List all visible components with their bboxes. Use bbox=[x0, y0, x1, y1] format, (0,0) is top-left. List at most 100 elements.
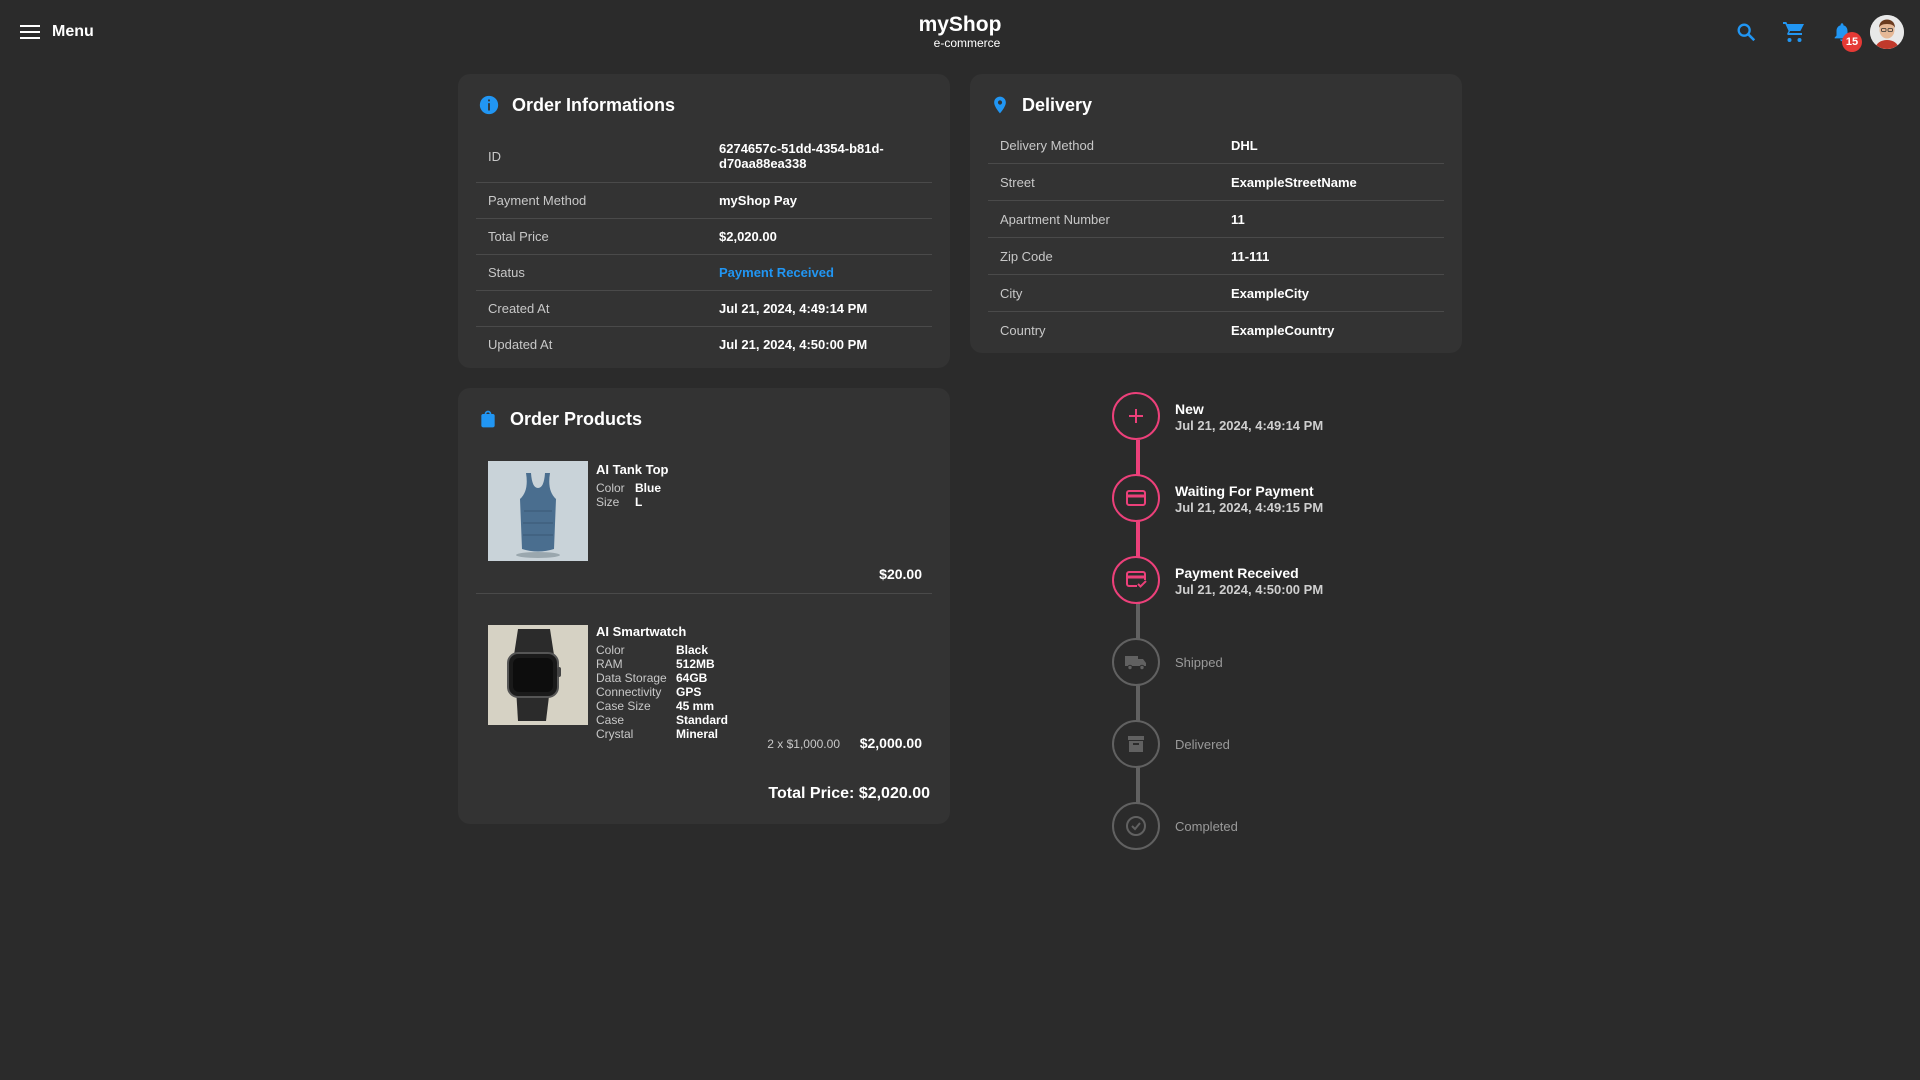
brand-logo[interactable]: myShop e-commerce bbox=[880, 13, 1040, 50]
timeline-step-completed: Completed bbox=[1112, 802, 1512, 854]
attribute-row: Connectivity GPS bbox=[596, 685, 728, 699]
attribute-row: Size L bbox=[596, 495, 661, 509]
table-row: Total Price $2,020.00 bbox=[476, 219, 932, 255]
timeline-step-circle bbox=[1112, 556, 1160, 604]
timeline-step-payment-received: Payment Received Jul 21, 2024, 4:50:00 P… bbox=[1112, 556, 1512, 608]
attribute-row: Data Storage 64GB bbox=[596, 671, 728, 685]
timeline-step-text: New Jul 21, 2024, 4:49:14 PM bbox=[1175, 401, 1323, 433]
product-attributes: Color Black RAM 512MB Data Storage 64GB Con… bbox=[596, 643, 728, 741]
status-label: Status bbox=[488, 265, 525, 280]
attribute-value: 64GB bbox=[676, 671, 708, 685]
timeline-step-delivered: Delivered bbox=[1112, 720, 1512, 772]
timeline-step-circle bbox=[1112, 392, 1160, 440]
attribute-value: L bbox=[635, 495, 643, 509]
search-button[interactable] bbox=[1730, 16, 1762, 48]
attribute-row: Color Blue bbox=[596, 481, 661, 495]
order-info-card: Order Informations ID 6274657c-51dd-4354-… bbox=[458, 74, 950, 368]
attribute-key: Color bbox=[596, 643, 625, 657]
timeline-step-waiting-for-payment: Waiting For Payment Jul 21, 2024, 4:49:1… bbox=[1112, 474, 1512, 526]
order-products-card: Order Products AI Tank Top Color Blue Siz… bbox=[458, 388, 950, 824]
attribute-row: Case Size 45 mm bbox=[596, 699, 728, 713]
cart-button[interactable] bbox=[1778, 16, 1810, 48]
attribute-key: RAM bbox=[596, 657, 623, 671]
total-price-label: Total Price bbox=[488, 229, 549, 244]
table-row: Delivery Method DHL bbox=[988, 127, 1444, 164]
product-quantity: 2 x $1,000.00 bbox=[767, 737, 840, 751]
table-row: Country ExampleCountry bbox=[988, 312, 1444, 348]
smartwatch-image bbox=[488, 625, 588, 725]
total-price-value: $2,020.00 bbox=[719, 229, 777, 244]
timeline-step-title: Waiting For Payment bbox=[1175, 483, 1314, 499]
delivery-method-label: Delivery Method bbox=[1000, 137, 1094, 153]
timeline-step-title: New bbox=[1175, 401, 1204, 417]
street-value: ExampleStreetName bbox=[1231, 174, 1357, 190]
menu-button[interactable]: Menu bbox=[20, 20, 94, 44]
payment-method-value: myShop Pay bbox=[719, 193, 798, 208]
product-price: $20.00 bbox=[879, 566, 922, 582]
attribute-value: GPS bbox=[676, 685, 702, 699]
product-item[interactable]: AI Tank Top Color Blue Size L $20.00 bbox=[476, 461, 932, 594]
timeline-step-circle bbox=[1112, 474, 1160, 522]
timeline-step-title: Payment Received bbox=[1175, 565, 1299, 581]
table-row: Street ExampleStreetName bbox=[988, 164, 1444, 201]
timeline-step-date: Jul 21, 2024, 4:49:14 PM bbox=[1175, 418, 1324, 433]
hamburger-icon bbox=[20, 25, 40, 39]
attribute-key: Size bbox=[596, 495, 620, 509]
product-thumbnail bbox=[488, 625, 588, 725]
timeline-step-text: Payment Received Jul 21, 2024, 4:50:00 P… bbox=[1175, 565, 1323, 597]
timeline-step-title: Completed bbox=[1175, 819, 1238, 834]
user-avatar-icon bbox=[1870, 15, 1904, 49]
payment-method-label: Payment Method bbox=[488, 193, 587, 208]
street-label: Street bbox=[1000, 174, 1035, 190]
product-price: $2,000.00 bbox=[859, 735, 922, 751]
attribute-key: Data Storage bbox=[596, 671, 667, 685]
timeline-step-shipped: Shipped bbox=[1112, 638, 1512, 690]
plus-icon bbox=[1129, 409, 1143, 423]
status-link[interactable]: Payment Received bbox=[719, 265, 932, 280]
top-bar: Menu myShop e-commerce 15 bbox=[0, 0, 1920, 64]
created-at-value: Jul 21, 2024, 4:49:14 PM bbox=[719, 301, 868, 316]
timeline-step-circle bbox=[1112, 638, 1160, 686]
card-check-icon bbox=[1126, 571, 1147, 588]
table-row: Created At Jul 21, 2024, 4:49:14 PM bbox=[476, 291, 932, 327]
truck-icon bbox=[1125, 656, 1146, 671]
attribute-value: Standard bbox=[676, 713, 729, 727]
attribute-row: Case Standard bbox=[596, 713, 728, 727]
table-row: Zip Code 11-111 bbox=[988, 238, 1444, 275]
updated-at-label: Updated At bbox=[488, 337, 553, 352]
table-row: Apartment Number 11 bbox=[988, 201, 1444, 238]
apartment-number-label: Apartment Number bbox=[1000, 211, 1110, 227]
notification-badge: 15 bbox=[1842, 32, 1862, 52]
product-item[interactable]: AI Smartwatch Color Black RAM 512MB Data S… bbox=[476, 624, 932, 765]
attribute-value: Mineral bbox=[676, 727, 719, 741]
table-row: City ExampleCity bbox=[988, 275, 1444, 312]
product-thumbnail bbox=[488, 461, 588, 561]
timeline-step-date: Jul 21, 2024, 4:50:00 PM bbox=[1175, 582, 1324, 597]
timeline-step-circle bbox=[1112, 802, 1160, 850]
order-products-header: Order Products bbox=[478, 408, 642, 430]
notifications-button[interactable]: 15 bbox=[1826, 16, 1862, 52]
order-products-title: Order Products bbox=[510, 408, 643, 429]
credit-card-icon bbox=[1126, 490, 1146, 506]
attribute-row: RAM 512MB bbox=[596, 657, 728, 671]
apartment-number-value: 11 bbox=[1231, 211, 1245, 227]
brand-name: myShop bbox=[918, 13, 1002, 36]
attribute-value: Black bbox=[676, 643, 709, 657]
attribute-key: Case Size bbox=[596, 699, 651, 713]
delivery-header: Delivery bbox=[990, 94, 1092, 116]
zip-code-label: Zip Code bbox=[1000, 248, 1053, 264]
menu-label: Menu bbox=[52, 23, 94, 40]
shopping-bag-icon bbox=[481, 410, 495, 428]
avatar[interactable] bbox=[1870, 15, 1904, 49]
timeline-step-date: Jul 21, 2024, 4:49:15 PM bbox=[1175, 500, 1324, 515]
check-circle-icon bbox=[1126, 816, 1146, 836]
order-total: Total Price: $2,020.00 bbox=[768, 785, 930, 802]
order-info-table: ID 6274657c-51dd-4354-b81d-d70aa88ea338 P… bbox=[476, 130, 932, 362]
attribute-row: Color Black bbox=[596, 643, 728, 657]
product-name: AI Tank Top bbox=[596, 462, 669, 477]
order-status-timeline: New Jul 21, 2024, 4:49:14 PM Waiting For… bbox=[1112, 392, 1512, 862]
table-row: Updated At Jul 21, 2024, 4:50:00 PM bbox=[476, 327, 932, 362]
timeline-step-text: Completed bbox=[1175, 819, 1238, 834]
timeline-step-circle bbox=[1112, 720, 1160, 768]
timeline-step-text: Delivered bbox=[1175, 737, 1230, 752]
